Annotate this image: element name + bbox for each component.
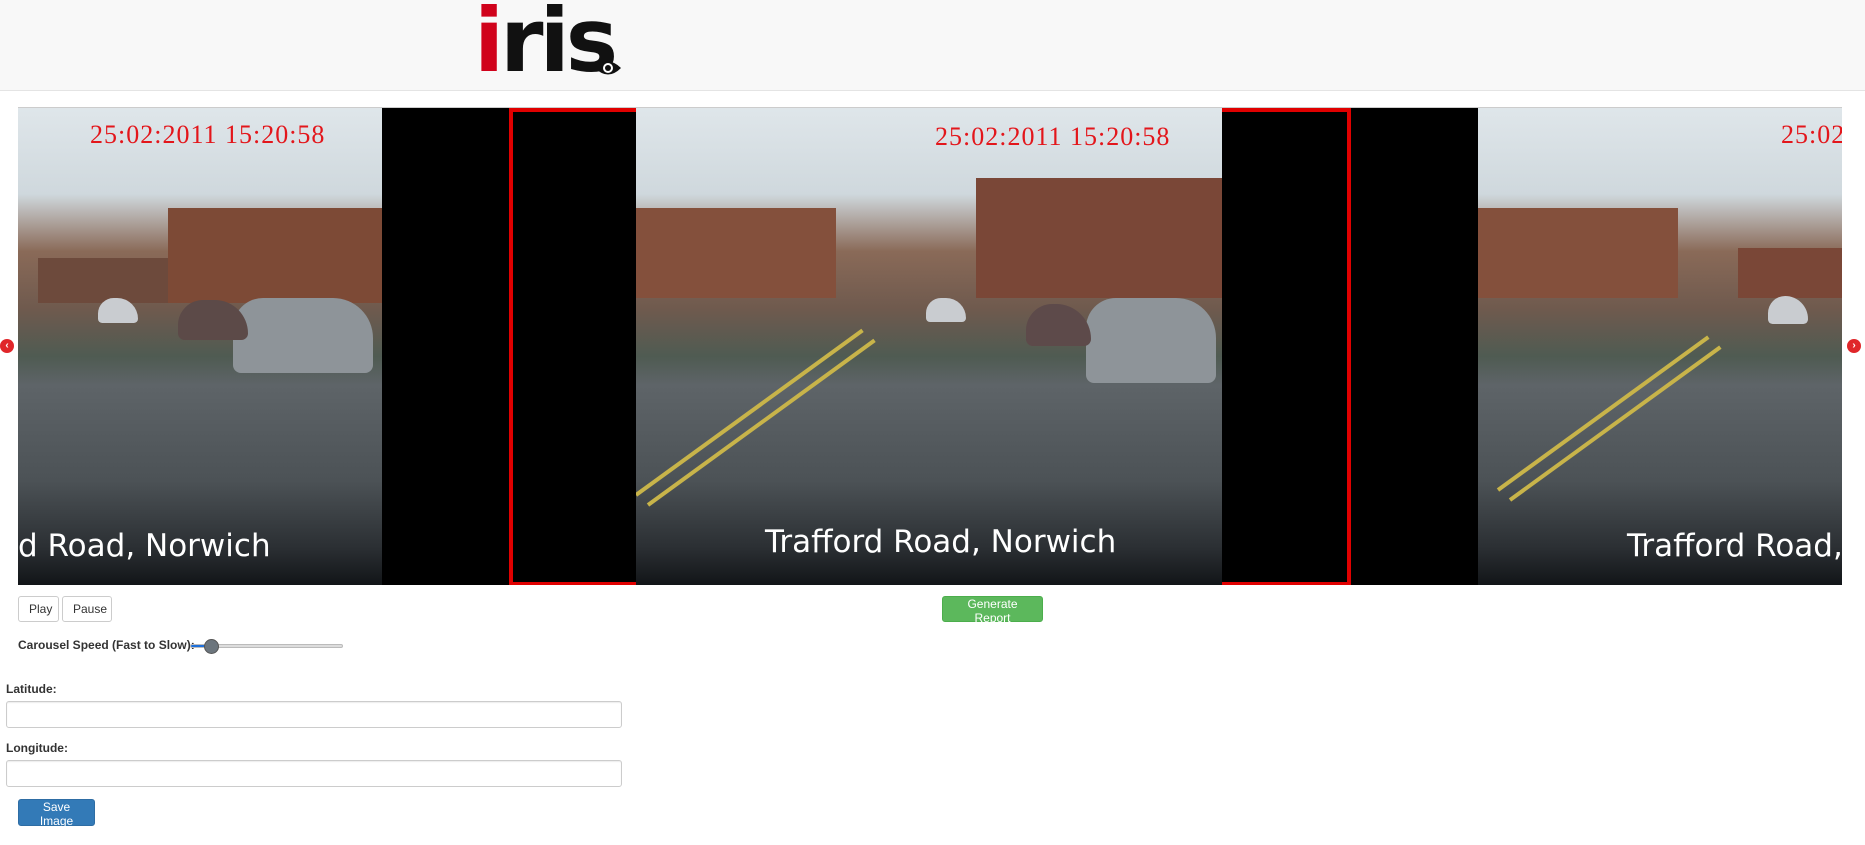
chevron-right-icon[interactable]: › xyxy=(1847,339,1861,353)
carousel-slide[interactable]: 25:02:2011 15:20:58 d Road, Norwich xyxy=(18,108,509,585)
longitude-label: Longitude: xyxy=(6,741,68,755)
frame-timestamp: 25:02 xyxy=(1781,120,1842,149)
carousel-slide-active[interactable]: 25:02:2011 15:20:58 Trafford Road, Norwi… xyxy=(509,108,1351,585)
frame-timestamp: 25:02:2011 15:20:58 xyxy=(935,122,1171,151)
pause-button[interactable]: Pause xyxy=(62,596,112,622)
latitude-input[interactable] xyxy=(6,701,622,728)
navbar: iris xyxy=(0,0,1865,91)
slider-thumb[interactable] xyxy=(203,639,219,654)
frame-location-caption: Trafford Road, N xyxy=(1627,528,1842,564)
generate-report-button[interactable]: Generate Report xyxy=(942,596,1043,625)
latitude-label: Latitude: xyxy=(6,682,57,696)
dashcam-frame-image xyxy=(18,108,382,585)
save-image-button[interactable]: Save Image xyxy=(18,799,95,828)
frame-location-caption: d Road, Norwich xyxy=(18,528,271,564)
frame-timestamp: 25:02:2011 15:20:58 xyxy=(90,120,326,149)
dashcam-frame-image xyxy=(1478,108,1842,585)
iris-logo[interactable]: iris xyxy=(474,0,621,85)
carousel-speed-label: Carousel Speed (Fast to Slow): xyxy=(18,638,195,652)
longitude-input[interactable] xyxy=(6,760,622,787)
carousel-slide[interactable]: 25:02 Trafford Road, N xyxy=(1351,108,1842,585)
dashcam-frame-image xyxy=(636,108,1222,585)
logo-i-letter: i xyxy=(474,0,504,92)
eye-icon xyxy=(595,61,621,75)
chevron-left-icon[interactable]: ‹ xyxy=(0,339,14,353)
carousel-speed-slider[interactable] xyxy=(190,639,343,654)
image-carousel: 25:02:2011 15:20:58 d Road, Norwich 25:0… xyxy=(18,107,1842,585)
frame-location-caption: Trafford Road, Norwich xyxy=(765,524,1117,560)
play-button[interactable]: Play xyxy=(18,596,59,622)
